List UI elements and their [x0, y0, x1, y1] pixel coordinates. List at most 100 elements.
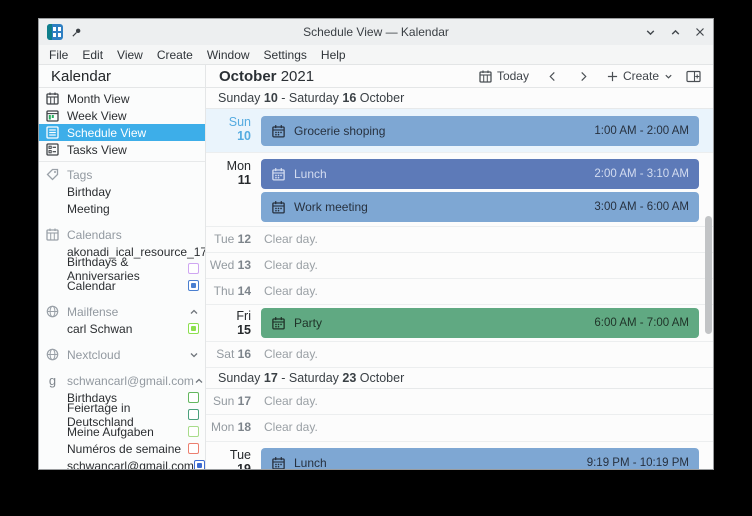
calendar-checkbox[interactable] [188, 426, 199, 437]
window-controls [645, 27, 705, 38]
day-row-thu-14[interactable]: Thu 14 Clear day. [206, 279, 713, 305]
event-time: 3:00 AM - 6:00 AM [594, 201, 689, 213]
globe-icon [46, 305, 59, 318]
calendar-checkbox[interactable] [188, 263, 199, 274]
sidebar-item-tasks-view[interactable]: Tasks View [39, 141, 205, 158]
event-time: 2:00 AM - 3:10 AM [594, 168, 689, 180]
page-title: October 2021 [219, 67, 315, 85]
sidebar-account-gmail[interactable]: g schwancarl@gmail.com [39, 372, 205, 389]
sidebar-item-tag-meeting[interactable]: Meeting [39, 200, 205, 217]
day-label: Mon 18 [210, 420, 251, 434]
clear-day-label: Clear day. [264, 420, 318, 434]
scrollbar-thumb[interactable] [705, 216, 712, 334]
event-card[interactable]: Lunch 9:19 PM - 10:19 PM [261, 448, 699, 469]
sidebar-item-calendar[interactable]: Numéros de semaine [39, 440, 205, 457]
sidebar-item-tag-birthday[interactable]: Birthday [39, 183, 205, 200]
day-row-wed-13[interactable]: Wed 13 Clear day. [206, 253, 713, 279]
minimize-icon[interactable] [645, 27, 656, 38]
sidebar-app-name: Kalendar [39, 65, 205, 88]
week-view-icon [46, 109, 59, 122]
day-label: Tue 19 [229, 448, 251, 469]
calendar-checkbox[interactable] [188, 323, 199, 334]
calendar-checkbox[interactable] [188, 409, 199, 420]
day-label: Wed 13 [209, 258, 251, 272]
today-calendar-icon [479, 70, 492, 83]
sidebar-item-calendar[interactable]: Feiertage in Deutschland [39, 401, 205, 429]
calendar-checkbox[interactable] [188, 443, 199, 454]
calendar-checkbox[interactable] [188, 280, 199, 291]
day-row-sun-10[interactable]: Sun 10 Grocerie shoping 1:00 AM - 2:00 A… [206, 109, 713, 153]
sidebar-divider [39, 161, 205, 162]
event-card[interactable]: Lunch 2:00 AM - 3:10 AM [261, 159, 699, 189]
titlebar[interactable]: Schedule View — Kalendar [39, 19, 713, 45]
event-card[interactable]: Party 6:00 AM - 7:00 AM [261, 308, 699, 338]
event-card[interactable]: Grocerie shoping 1:00 AM - 2:00 AM [261, 116, 699, 146]
create-button[interactable]: Create [602, 67, 678, 85]
chevron-up-icon[interactable] [189, 307, 199, 317]
today-button[interactable]: Today [474, 67, 534, 85]
day-label: Thu 14 [213, 284, 251, 298]
day-row-tue-12[interactable]: Tue 12 Clear day. [206, 227, 713, 253]
sidebar-item-schedule-view[interactable]: Schedule View [39, 124, 205, 141]
sidebar-item-calendar[interactable]: Meine Aufgaben [39, 423, 205, 440]
maximize-icon[interactable] [670, 27, 681, 38]
menu-help[interactable]: Help [314, 46, 353, 64]
day-row-sun-17[interactable]: Sun 17 Clear day. [206, 389, 713, 415]
toggle-panel-icon[interactable] [684, 68, 703, 85]
day-row-fri-15[interactable]: Fri 15 Party 6:00 AM - 7:00 AM [206, 305, 713, 342]
chevron-down-icon[interactable] [189, 350, 199, 360]
event-time: 1:00 AM - 2:00 AM [594, 125, 689, 137]
clear-day-label: Clear day. [264, 258, 318, 272]
sidebar-account-nextcloud[interactable]: Nextcloud [39, 346, 205, 363]
calendar-checkbox[interactable] [188, 392, 199, 403]
globe-icon [46, 348, 59, 361]
clear-day-label: Clear day. [264, 284, 318, 298]
kalendar-window: Schedule View — Kalendar File Edit View … [38, 18, 714, 470]
sidebar-item-calendar[interactable]: Birthdays & Anniversaries [39, 255, 205, 283]
main-header: October 2021 Today Create [206, 65, 713, 88]
day-row-mon-11[interactable]: Mon 11 Lunch 2:00 AM - 3:10 AM Work meet… [206, 153, 713, 227]
event-card[interactable]: Work meeting 3:00 AM - 6:00 AM [261, 192, 699, 222]
next-week-button[interactable] [571, 69, 596, 84]
menu-create[interactable]: Create [150, 46, 200, 64]
sidebar-item-calendar[interactable]: Calendar [39, 277, 205, 294]
day-label: Mon 11 [226, 159, 251, 187]
month-view-icon [46, 92, 59, 105]
tag-icon [46, 168, 59, 181]
day-row-tue-19[interactable]: Tue 19 Lunch 9:19 PM - 10:19 PM [206, 442, 713, 469]
sidebar-item-week-view[interactable]: Week View [39, 107, 205, 124]
day-row-mon-18[interactable]: Mon 18 Clear day. [206, 415, 713, 442]
event-calendar-icon [271, 124, 286, 139]
desktop-background: Schedule View — Kalendar File Edit View … [0, 0, 752, 516]
event-calendar-icon [271, 456, 286, 470]
pin-icon[interactable] [71, 27, 82, 38]
sidebar-item-month-view[interactable]: Month View [39, 90, 205, 107]
day-row-sat-16[interactable]: Sat 16 Clear day. [206, 342, 713, 368]
menu-edit[interactable]: Edit [75, 46, 110, 64]
event-time: 9:19 PM - 10:19 PM [586, 457, 689, 469]
app-icon [47, 24, 63, 40]
menu-settings[interactable]: Settings [257, 46, 314, 64]
sidebar-item-calendar[interactable]: schwancarl@gmail.com [39, 457, 205, 469]
sidebar: Kalendar Month View Week View Schedule V… [39, 65, 206, 469]
menu-window[interactable]: Window [200, 46, 257, 64]
main-panel: October 2021 Today Create Sunday 10 - Sa… [206, 65, 713, 469]
clear-day-label: Clear day. [264, 347, 318, 361]
menu-file[interactable]: File [42, 46, 75, 64]
event-calendar-icon [271, 200, 286, 215]
calendar-checkbox[interactable] [193, 460, 205, 469]
previous-week-button[interactable] [540, 69, 565, 84]
sidebar-section-tags[interactable]: Tags [39, 166, 205, 183]
sidebar-item-calendar[interactable]: carl Schwan [39, 320, 205, 337]
sidebar-account-mailfense[interactable]: Mailfense [39, 303, 205, 320]
day-label: Sun 17 [212, 394, 251, 408]
clear-day-label: Clear day. [264, 232, 318, 246]
event-calendar-icon [271, 167, 286, 182]
tasks-view-icon [46, 143, 59, 156]
sidebar-section-calendars[interactable]: Calendars [39, 226, 205, 243]
week-header: Sunday 10 - Saturday 16 October [206, 88, 713, 109]
day-label: Tue 12 [214, 232, 251, 246]
menu-view[interactable]: View [110, 46, 150, 64]
chevron-up-icon[interactable] [194, 376, 204, 386]
close-icon[interactable] [695, 27, 705, 37]
